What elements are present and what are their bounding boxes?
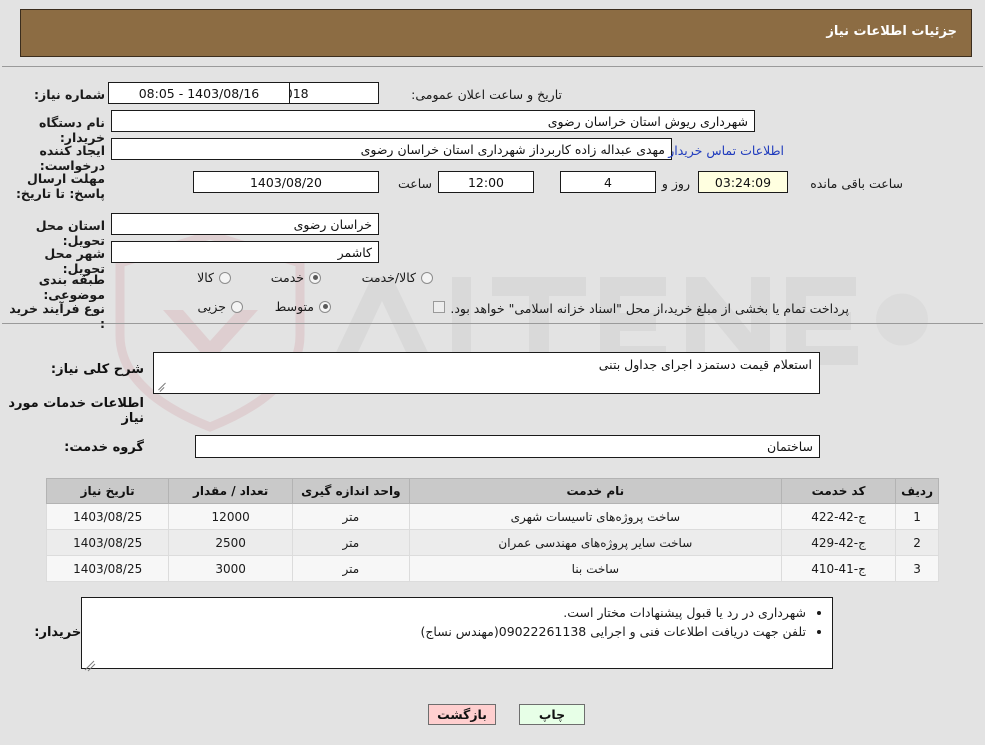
delivery-city-field: کاشمر (111, 241, 379, 263)
th-qty: تعداد / مقدار (168, 478, 293, 504)
cell-qty: 3000 (168, 555, 293, 582)
need-summary-textarea[interactable]: استعلام قیمت دستمزد اجرای جداول بتنی (153, 352, 820, 394)
need-info-panel: شماره نیاز: 1103005212000018 تاریخ و ساع… (2, 66, 983, 331)
need-summary-label: شرح کلی نیاز: (50, 362, 144, 377)
requester-field: مهدی عبداله زاده کاربرداز شهرداری استان … (111, 138, 672, 160)
services-section-title: اطلاعات خدمات مورد نیاز (8, 396, 144, 426)
need-summary-text: استعلام قیمت دستمزد اجرای جداول بتنی (598, 357, 812, 372)
category-option-khedmat[interactable]: خدمت (271, 270, 321, 285)
deadline-hour-field: 12:00 (438, 171, 534, 193)
cell-unit: متر (291, 503, 410, 530)
th-code: کد خدمت (780, 478, 897, 504)
process-option-jozei[interactable]: جزیی (197, 299, 243, 314)
remaining-time-field: 03:24:09 (698, 171, 788, 193)
th-unit: واحد اندازه گیری (291, 478, 410, 504)
cell-code: ج-42-429 (780, 529, 897, 556)
deadline-label: مهلت ارسال پاسخ: تا تاریخ: (15, 171, 105, 201)
remaining-time-label: ساعت باقی مانده (810, 176, 903, 191)
cell-row-no: 2 (895, 529, 939, 556)
buyer-org-label: نام دستگاه خریدار: (38, 115, 105, 145)
cell-date: 1403/08/25 (45, 529, 170, 556)
deadline-hour-label: ساعت (397, 176, 432, 191)
announce-datetime-label: تاریخ و ساعت اعلان عمومی: (411, 87, 562, 102)
th-date: تاریخ نیاز (45, 478, 170, 504)
cell-row-no: 3 (895, 555, 939, 582)
radio-icon-jozei[interactable] (231, 300, 243, 313)
notes-resize-grip-icon[interactable] (84, 660, 96, 672)
service-group-field: ساختمان (195, 435, 820, 458)
back-button[interactable]: بازگشت (428, 704, 496, 725)
treasury-bond-checkbox[interactable] (433, 301, 445, 313)
service-group-label: گروه خدمت: (64, 440, 144, 455)
cell-code: ج-41-410 (780, 555, 897, 582)
table-header-row: ردیف کد خدمت نام خدمت واحد اندازه گیری ت… (45, 478, 939, 504)
cell-qty: 12000 (168, 503, 293, 530)
category-option-kala-khedmat[interactable]: کالا/خدمت (362, 270, 433, 285)
category-option-kala[interactable]: کالا (197, 270, 231, 285)
requester-label: ایجاد کننده درخواست: (39, 143, 105, 173)
print-button[interactable]: چاپ (519, 704, 585, 725)
th-name: نام خدمت (408, 478, 782, 504)
header-bar: جزئیات اطلاعات نیاز (20, 9, 972, 57)
process-option-motavasset[interactable]: متوسط (275, 299, 331, 314)
th-row-no: ردیف (895, 478, 939, 504)
radio-icon-kala-khedmat[interactable] (421, 271, 433, 284)
services-table: ردیف کد خدمت نام خدمت واحد اندازه گیری ت… (45, 478, 939, 582)
table-row[interactable]: 2 ج-42-429 ساخت سایر پروژه‌های مهندسی عم… (45, 529, 939, 556)
cell-name: ساخت بنا (408, 555, 782, 582)
radio-icon-kala[interactable] (219, 271, 231, 284)
cell-name: ساخت سایر پروژه‌های مهندسی عمران (408, 529, 782, 556)
remaining-days-field: 4 (560, 171, 656, 193)
remaining-days-label: روز و (661, 176, 690, 191)
page-title: جزئیات اطلاعات نیاز (826, 24, 957, 39)
resize-grip-icon[interactable] (157, 379, 169, 392)
cell-unit: متر (291, 555, 410, 582)
deadline-date-field: 1403/08/20 (193, 171, 379, 193)
list-item: شهرداری در رد یا قبول پیشنهادات مختار اس… (88, 603, 806, 622)
buyer-org-field: شهرداری ریوش استان خراسان رضوی (111, 110, 755, 132)
process-option-motavasset-label: متوسط (274, 299, 314, 314)
page-root: جزئیات اطلاعات نیاز شماره نیاز: 11030052… (0, 0, 985, 745)
delivery-province-field: خراسان رضوی (111, 213, 379, 235)
cell-row-no: 1 (895, 503, 939, 530)
cell-name: ساخت پروژه‌های تاسیسات شهری (408, 503, 782, 530)
radio-icon-motavasset[interactable] (319, 300, 331, 313)
cell-qty: 2500 (168, 529, 293, 556)
cell-date: 1403/08/25 (45, 503, 170, 530)
category-option-kala-label: کالا (197, 270, 214, 285)
category-label: طبقه بندی موضوعی: (38, 272, 105, 302)
buyer-contact-link[interactable]: اطلاعات تماس خریدار (668, 143, 784, 158)
announce-datetime-field: 1403/08/16 - 08:05 (108, 82, 290, 104)
table-row[interactable]: 3 ج-41-410 ساخت بنا متر 3000 1403/08/25 (45, 555, 939, 582)
radio-icon-khedmat[interactable] (309, 271, 321, 284)
treasury-bond-note: پرداخت تمام یا بخشی از مبلغ خرید،از محل … (450, 301, 849, 316)
category-option-khedmat-label: خدمت (270, 270, 304, 285)
process-option-jozei-label: جزیی (197, 299, 226, 314)
category-option-kala-khedmat-label: کالا/خدمت (361, 270, 416, 285)
cell-code: ج-42-422 (780, 503, 897, 530)
cell-unit: متر (291, 529, 410, 556)
table-row[interactable]: 1 ج-42-422 ساخت پروژه‌های تاسیسات شهری م… (45, 503, 939, 530)
process-type-label: نوع فرآیند خرید : (9, 301, 105, 331)
list-item: تلفن جهت دریافت اطلاعات فنی و اجرایی 090… (88, 622, 806, 641)
cell-date: 1403/08/25 (45, 555, 170, 582)
buyer-notes-list: شهرداری در رد یا قبول پیشنهادات مختار اس… (88, 603, 822, 641)
buyer-notes-box[interactable]: شهرداری در رد یا قبول پیشنهادات مختار اس… (81, 597, 833, 669)
delivery-province-label: استان محل تحویل: (35, 218, 105, 248)
need-number-label: شماره نیاز: (34, 87, 105, 102)
